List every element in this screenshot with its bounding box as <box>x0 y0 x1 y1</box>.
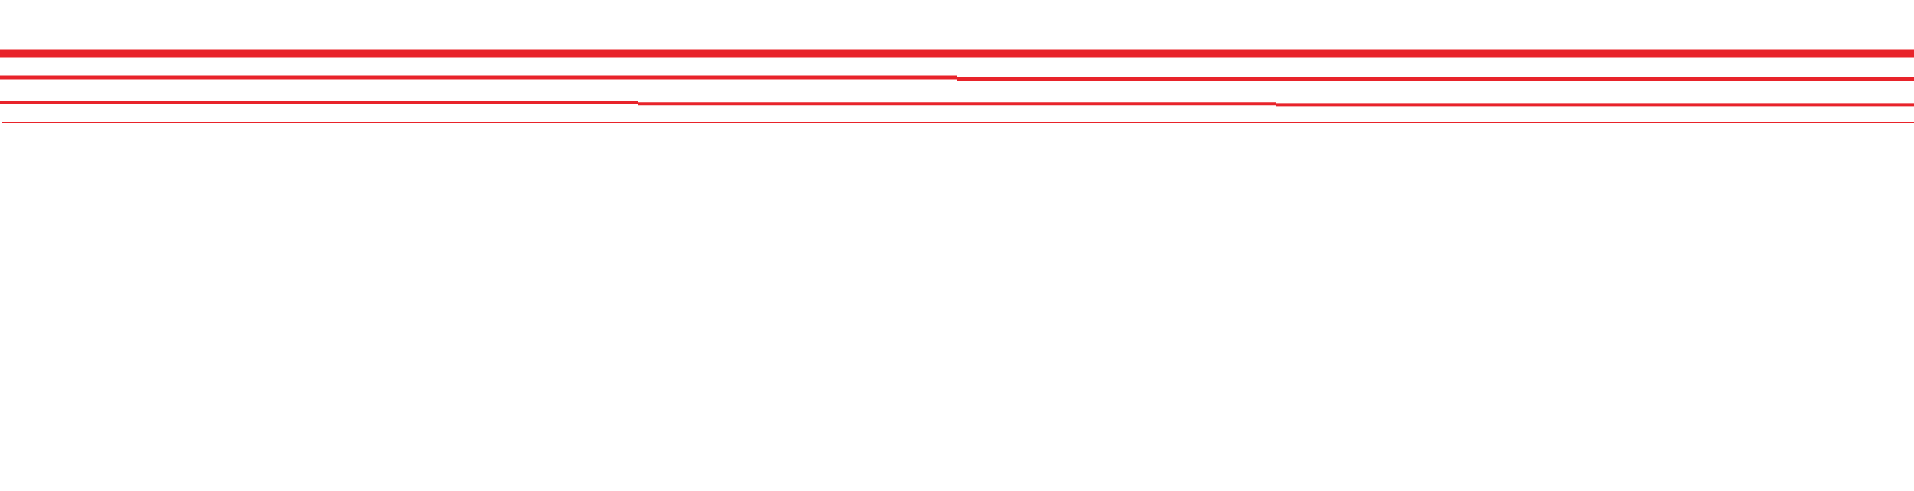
canvas <box>0 0 1914 491</box>
red-rule-lines <box>0 49 1914 123</box>
